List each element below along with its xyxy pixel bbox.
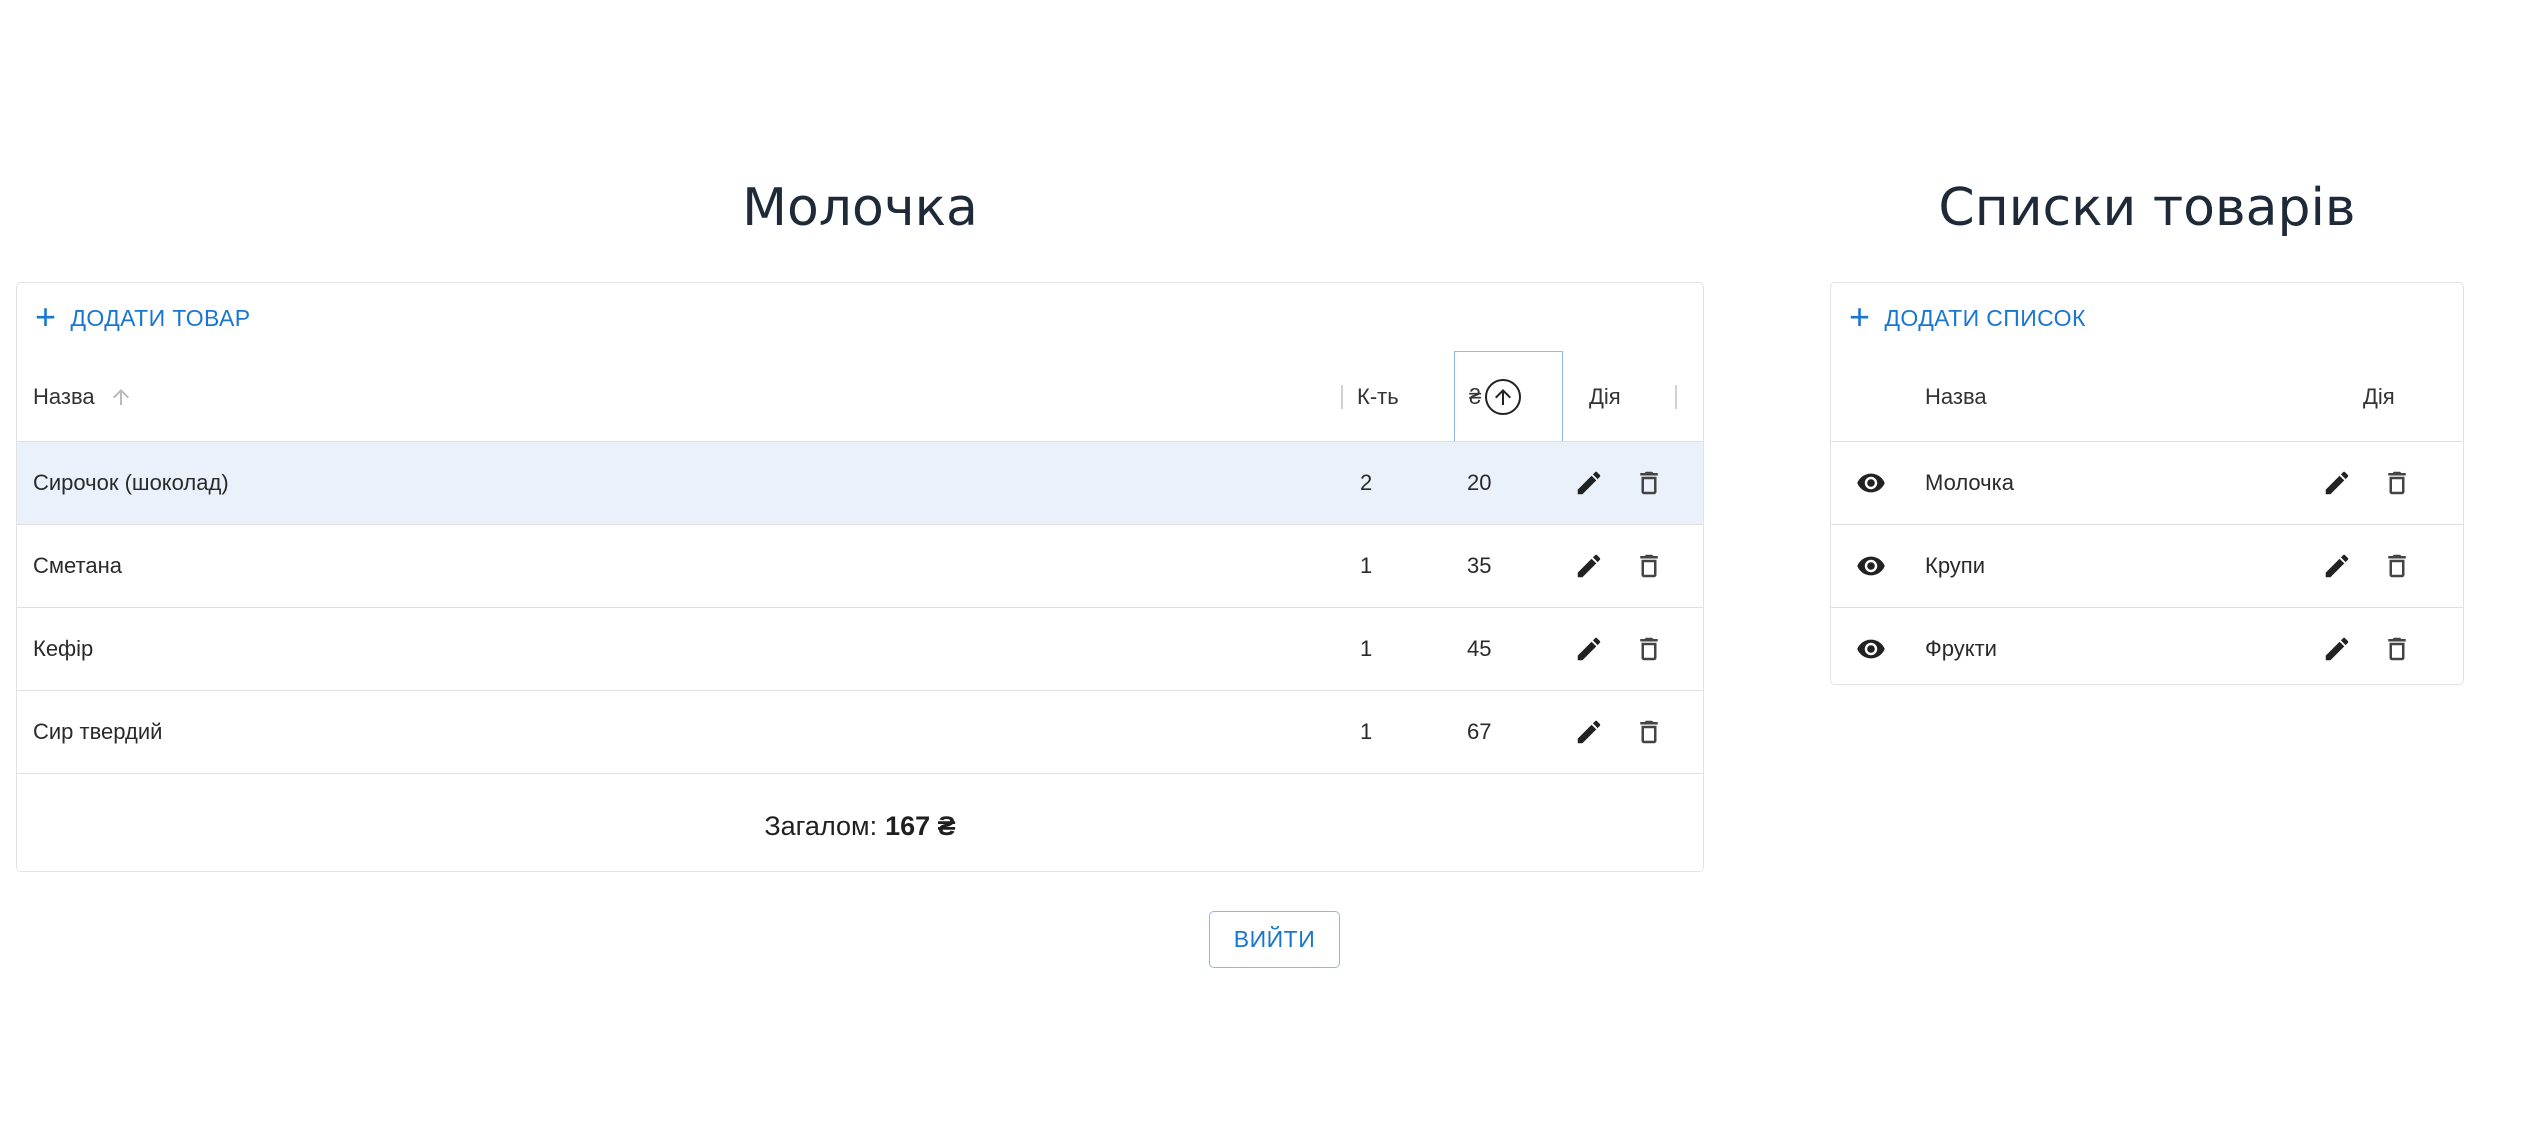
column-separator[interactable] xyxy=(1341,385,1343,409)
sort-arrow-icon[interactable] xyxy=(109,385,133,409)
edit-icon[interactable] xyxy=(2319,631,2355,667)
list-item[interactable]: Молочка xyxy=(1831,442,2463,525)
edit-icon[interactable] xyxy=(1571,548,1607,584)
delete-icon[interactable] xyxy=(2379,548,2415,584)
column-header-action: Дія xyxy=(2363,384,2395,409)
column-header-price-label: ₴ xyxy=(1469,383,1482,409)
edit-icon[interactable] xyxy=(1571,465,1607,501)
column-header-price[interactable]: ₴ xyxy=(1454,351,1563,441)
delete-icon[interactable] xyxy=(1631,465,1667,501)
product-toolbar: + ДОДАТИ ТОВАР xyxy=(17,283,1703,353)
product-table: + ДОДАТИ ТОВАР Назва К-ть ₴ Дія Сирочок … xyxy=(16,282,1704,872)
list-name: Молочка xyxy=(1925,470,2014,495)
column-header-name-label: Назва xyxy=(33,384,95,409)
table-row[interactable]: Кефір 1 45 xyxy=(17,608,1703,691)
table-row[interactable]: Сирочок (шоколад) 2 20 xyxy=(17,442,1703,525)
plus-icon: + xyxy=(1849,295,1871,337)
edit-icon[interactable] xyxy=(2319,548,2355,584)
edit-icon[interactable] xyxy=(1571,631,1607,667)
add-product-label: ДОДАТИ ТОВАР xyxy=(70,304,251,331)
list-item[interactable]: Крупи xyxy=(1831,525,2463,608)
column-separator[interactable] xyxy=(1675,385,1677,409)
total-summary: Загалом: 167 ₴ xyxy=(17,774,1703,871)
list-item[interactable]: Фрукти xyxy=(1831,608,2463,684)
product-qty: 2 xyxy=(1360,470,1373,495)
product-price: 45 xyxy=(1467,636,1492,661)
table-row[interactable]: Сир твердий 1 67 xyxy=(17,691,1703,774)
delete-icon[interactable] xyxy=(1631,714,1667,750)
product-list-title: Молочка xyxy=(742,178,978,238)
delete-icon[interactable] xyxy=(1631,631,1667,667)
eye-icon[interactable] xyxy=(1853,465,1889,501)
delete-icon[interactable] xyxy=(1631,548,1667,584)
column-header-name[interactable]: Назва xyxy=(1925,353,1987,441)
product-table-header: Назва К-ть ₴ Дія xyxy=(17,351,1703,442)
lists-table: + ДОДАТИ СПИСОК Назва Дія Молочка Крупи … xyxy=(1830,282,2464,685)
delete-icon[interactable] xyxy=(2379,631,2415,667)
column-header-qty[interactable]: К-ть xyxy=(1357,353,1399,441)
edit-icon[interactable] xyxy=(1571,714,1607,750)
edit-icon[interactable] xyxy=(2319,465,2355,501)
eye-icon[interactable] xyxy=(1853,631,1889,667)
eye-icon[interactable] xyxy=(1853,548,1889,584)
product-price: 20 xyxy=(1467,470,1492,495)
add-list-label: ДОДАТИ СПИСОК xyxy=(1884,304,2086,331)
product-qty: 1 xyxy=(1360,719,1373,744)
product-name: Сирочок (шоколад) xyxy=(33,470,229,495)
total-value: 167 ₴ xyxy=(885,810,956,841)
product-price: 67 xyxy=(1467,719,1492,744)
add-list-button[interactable]: + ДОДАТИ СПИСОК xyxy=(1849,295,2086,337)
total-label: Загалом: xyxy=(764,810,878,841)
list-name: Фрукти xyxy=(1925,636,1997,661)
delete-icon[interactable] xyxy=(2379,465,2415,501)
product-qty: 1 xyxy=(1360,636,1373,661)
plus-icon: + xyxy=(35,295,57,337)
lists-toolbar: + ДОДАТИ СПИСОК xyxy=(1831,283,2463,353)
product-name: Сметана xyxy=(33,553,122,578)
table-row[interactable]: Сметана 1 35 xyxy=(17,525,1703,608)
product-qty: 1 xyxy=(1360,553,1373,578)
list-name: Крупи xyxy=(1925,553,1986,578)
product-name: Сир твердий xyxy=(33,719,163,744)
column-header-action: Дія xyxy=(1589,384,1621,409)
column-header-name[interactable]: Назва xyxy=(33,353,133,441)
product-price: 35 xyxy=(1467,553,1492,578)
lists-table-header: Назва Дія xyxy=(1831,353,2463,442)
logout-button[interactable]: ВИЙТИ xyxy=(1209,911,1340,968)
add-product-button[interactable]: + ДОДАТИ ТОВАР xyxy=(35,295,251,337)
sort-arrow-icon[interactable] xyxy=(1485,378,1522,415)
product-name: Кефір xyxy=(33,636,94,661)
lists-title: Списки товарів xyxy=(1938,178,2356,238)
